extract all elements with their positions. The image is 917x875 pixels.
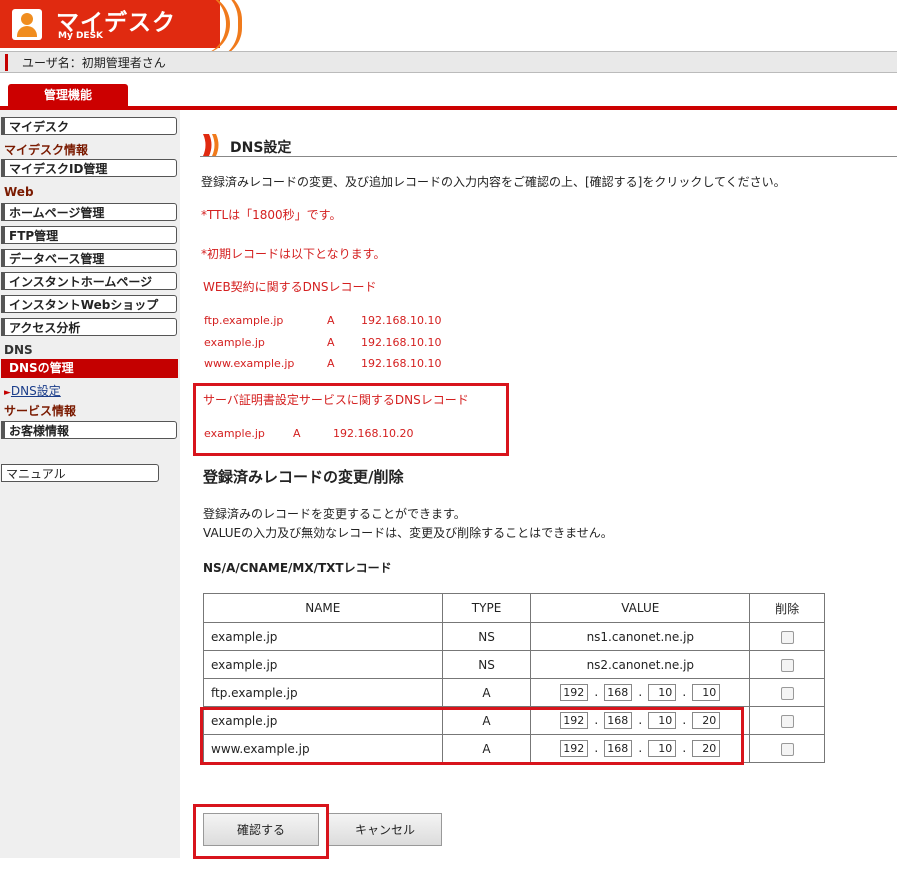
user-bar: ユーザ名：初期管理者さん <box>0 51 897 73</box>
sidebar-item-mydesk[interactable]: マイデスク <box>1 117 177 135</box>
record-value: ns2.canonet.ne.jp <box>530 650 751 679</box>
column-header-value: VALUE <box>530 593 751 623</box>
change-heading: 登録済みレコードの変更/削除 <box>203 468 404 486</box>
table-row: example.jp NS ns2.canonet.ne.jp <box>203 650 825 679</box>
confirm-button-highlight <box>193 804 329 859</box>
column-header-type: TYPE <box>441 593 532 623</box>
web-record-type: A <box>327 357 335 370</box>
change-description-1: 登録済みのレコードを変更することができます。 <box>203 507 466 521</box>
logo-subtitle: My DESK <box>58 31 104 41</box>
delete-checkbox[interactable] <box>780 742 794 756</box>
delete-checkbox[interactable] <box>780 630 794 644</box>
change-description-2: VALUEの入力及び無効なレコードは、変更及び削除することはできません。 <box>203 526 613 540</box>
sidebar-item-customer[interactable]: お客様情報 <box>1 421 177 439</box>
web-record-value: 192.168.10.10 <box>361 314 442 327</box>
edited-rows-highlight <box>200 707 744 765</box>
web-record-name: ftp.example.jp <box>204 314 284 327</box>
cert-records-heading: サーバ証明書設定サービスに関するDNSレコード <box>203 393 469 407</box>
delete-checkbox[interactable] <box>780 714 794 728</box>
web-record-type: A <box>327 336 335 349</box>
page-title: DNS設定 <box>230 140 292 156</box>
logo-arc <box>212 0 242 58</box>
delete-checkbox[interactable] <box>780 686 794 700</box>
sidebar-item-mydesk-id[interactable]: マイデスクID管理 <box>1 159 177 177</box>
sidebar-item-ftp[interactable]: FTP管理 <box>1 226 177 244</box>
sidebar-section-dns: DNS <box>4 343 33 357</box>
ttl-note: *TTLは「1800秒」です。 <box>201 208 342 222</box>
record-types-label: NS/A/CNAME/MX/TXTレコード <box>203 561 392 575</box>
web-records-heading: WEB契約に関するDNSレコード <box>203 280 377 294</box>
web-record-value: 192.168.10.10 <box>361 357 442 370</box>
record-type: NS <box>441 622 532 651</box>
sidebar-item-access-analysis[interactable]: アクセス分析 <box>1 318 177 336</box>
record-value: ns1.canonet.ne.jp <box>530 622 751 651</box>
sidebar-item-dns-manage[interactable]: DNSの管理 <box>1 359 178 378</box>
column-header-name: NAME <box>203 593 443 623</box>
sidebar: マイデスク マイデスク情報 マイデスクID管理 Web ホームページ管理 FTP… <box>0 110 180 858</box>
table-row: ftp.example.jp A 192. 168. 10. 10 <box>203 678 825 707</box>
user-icon <box>12 9 42 40</box>
web-record-type: A <box>327 314 335 327</box>
sidebar-item-manual[interactable]: マニュアル <box>1 464 159 482</box>
tab-admin[interactable]: 管理機能 <box>8 84 128 107</box>
table-row: example.jp NS ns1.canonet.ne.jp <box>203 622 825 651</box>
web-record-value: 192.168.10.10 <box>361 336 442 349</box>
cancel-button[interactable]: キャンセル <box>328 813 442 846</box>
user-name-label: ユーザ名：初期管理者さん <box>22 56 166 70</box>
arrow-icon: ► <box>4 388 11 398</box>
cert-record-type: A <box>293 427 301 440</box>
initial-note: *初期レコードは以下となります。 <box>201 247 386 261</box>
title-marker-icon <box>203 134 219 156</box>
ip-octet-input[interactable]: 168 <box>604 684 633 701</box>
web-record-name: www.example.jp <box>204 357 295 370</box>
record-type: A <box>441 678 532 707</box>
column-header-delete: 削除 <box>749 593 825 623</box>
title-divider <box>200 156 897 157</box>
table-header-row: NAME TYPE VALUE 削除 <box>203 593 825 623</box>
ip-octet-input[interactable]: 10 <box>692 684 721 701</box>
cert-record-value: 192.168.10.20 <box>333 427 414 440</box>
sidebar-section-mydesk-info: マイデスク情報 <box>4 143 89 157</box>
sidebar-item-database[interactable]: データベース管理 <box>1 249 177 267</box>
sidebar-item-instant-homepage[interactable]: インスタントホームページ <box>1 272 177 290</box>
cert-record-name: example.jp <box>204 427 265 440</box>
sidebar-section-web: Web <box>4 185 34 199</box>
record-ip-value: 192. 168. 10. 10 <box>530 678 751 707</box>
record-type: NS <box>441 650 532 679</box>
record-name: example.jp <box>203 622 443 651</box>
dns-settings-link[interactable]: DNS設定 <box>11 384 61 398</box>
sidebar-section-service: サービス情報 <box>4 404 77 418</box>
delete-checkbox[interactable] <box>780 658 794 672</box>
ip-octet-input[interactable]: 192 <box>560 684 589 701</box>
web-record-name: example.jp <box>204 336 265 349</box>
sidebar-subitem-dns-settings[interactable]: ►DNS設定 <box>4 382 61 399</box>
record-name: example.jp <box>203 650 443 679</box>
record-name: ftp.example.jp <box>203 678 443 707</box>
sidebar-item-homepage[interactable]: ホームページ管理 <box>1 203 177 221</box>
ip-octet-input[interactable]: 10 <box>648 684 677 701</box>
sidebar-item-instant-webshop[interactable]: インスタントWebショップ <box>1 295 177 313</box>
intro-text: 登録済みレコードの変更、及び追加レコードの入力内容をご確認の上、[確認する]をク… <box>201 175 786 189</box>
